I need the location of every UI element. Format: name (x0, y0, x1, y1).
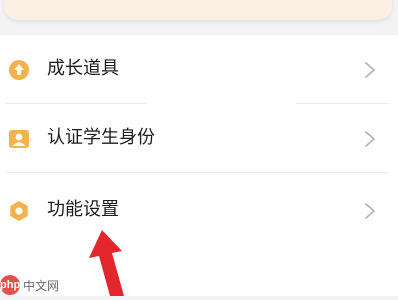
chevron-right-icon (363, 202, 377, 220)
student-id-icon (8, 128, 30, 150)
annotation-arrow-icon (86, 228, 132, 296)
watermark: php 中文网 (0, 274, 59, 296)
menu-item-growth-props[interactable]: 成长道具 (0, 35, 398, 103)
growth-prop-icon (8, 59, 30, 81)
menu-item-label: 功能设置 (47, 199, 119, 220)
divider (6, 172, 388, 173)
menu-item-student-verification[interactable]: 认证学生身份 (0, 104, 398, 172)
chevron-right-icon (363, 61, 377, 79)
settings-gear-icon (8, 200, 30, 222)
chevron-right-icon (363, 130, 377, 148)
watermark-text: 中文网 (23, 278, 60, 293)
menu-item-label: 成长道具 (47, 58, 119, 79)
php-logo-icon: php (0, 275, 20, 295)
menu-item-feature-settings[interactable]: 功能设置 (0, 176, 398, 244)
menu-item-label: 认证学生身份 (47, 127, 155, 148)
top-banner-card (4, 0, 392, 20)
